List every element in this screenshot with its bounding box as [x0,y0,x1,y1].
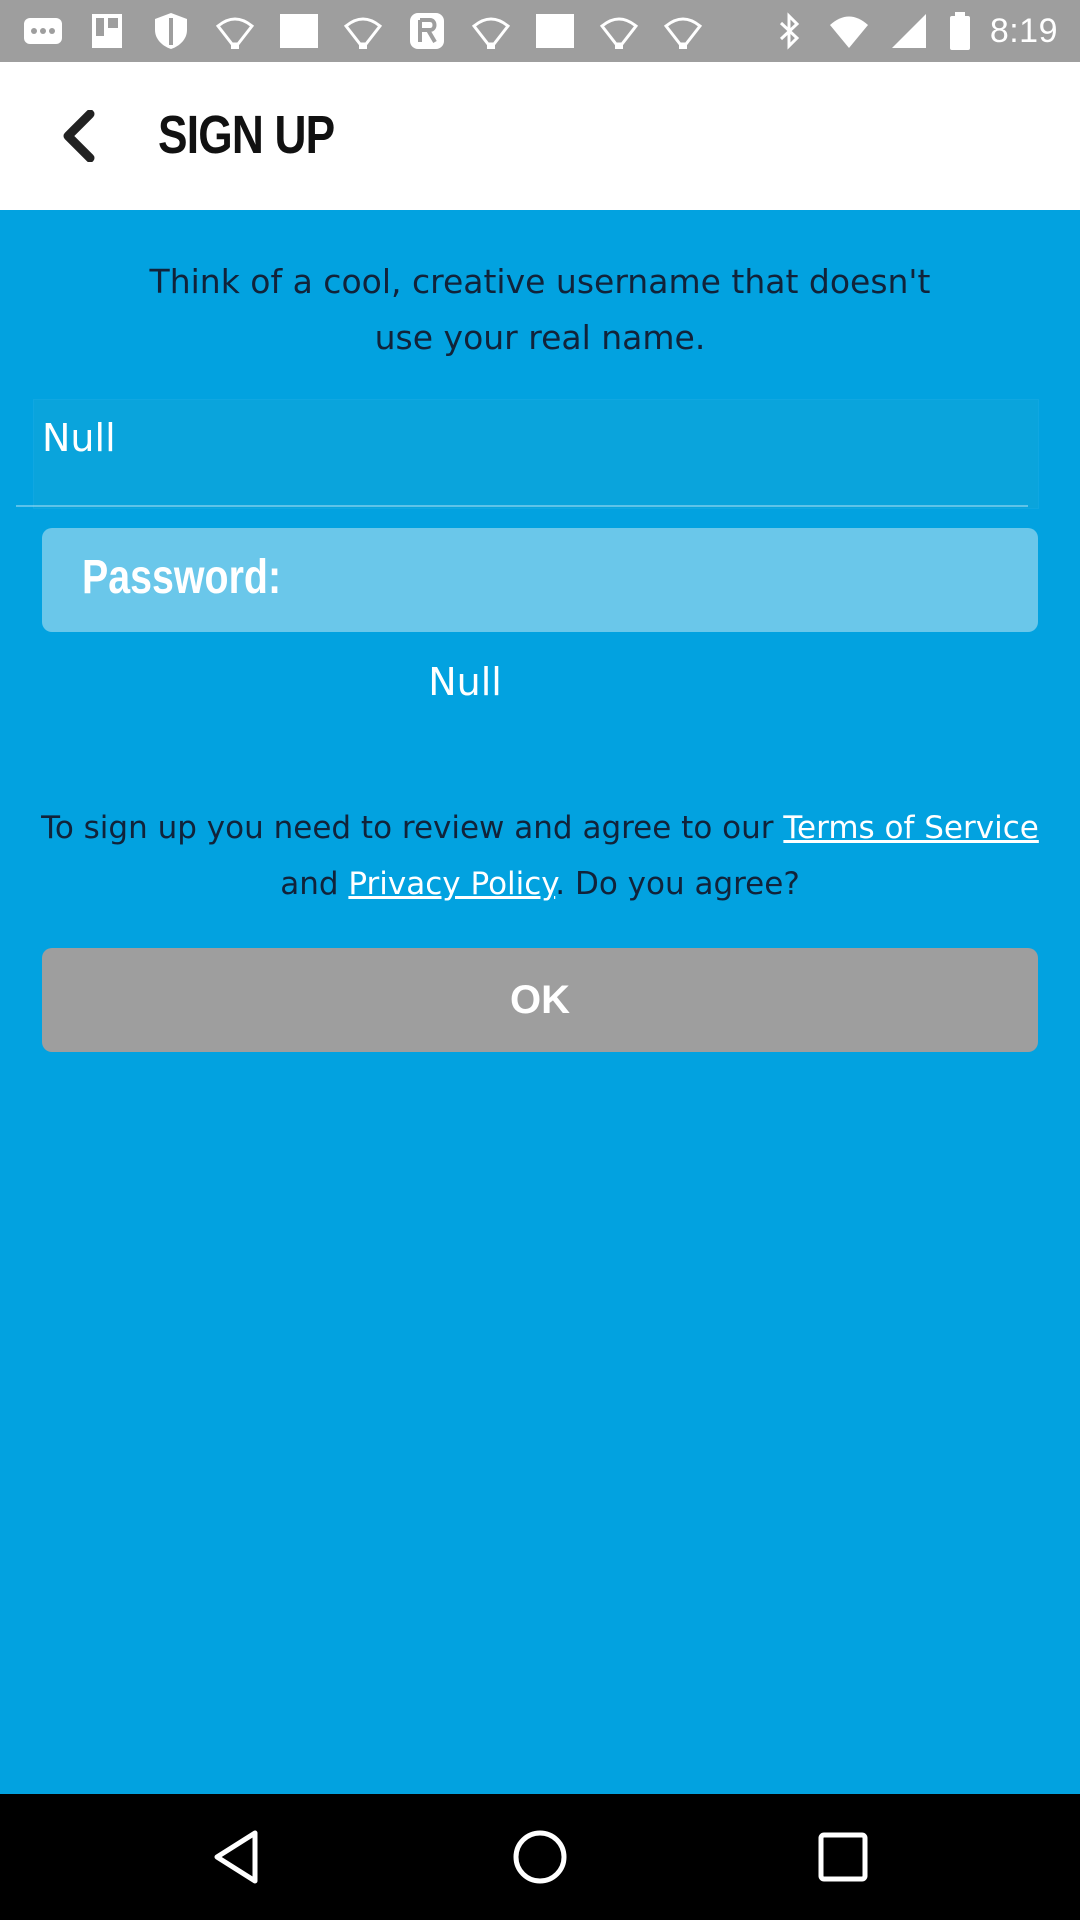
instructions-text: Think of a cool, creative username that … [149,262,931,357]
back-button[interactable] [40,98,116,174]
bulb-icon [662,10,704,52]
bulb-icon [214,10,256,52]
privacy-policy-link[interactable]: Privacy Policy [348,866,555,902]
terms-prefix: To sign up you need to review and agree … [41,810,784,846]
bluetooth-icon [768,10,810,52]
recents-square-icon [818,1832,868,1882]
username-field[interactable] [34,400,1038,508]
terms-middle: and [280,866,349,902]
password-label: Password: [82,551,282,604]
tray-icon [86,10,128,52]
signal-icon [888,10,930,52]
back-triangle-icon [214,1830,258,1884]
notification-icons [22,10,704,52]
battery-icon [948,10,972,52]
bulb-icon [342,10,384,52]
r-badge-icon [406,10,448,52]
home-circle-icon [513,1830,567,1884]
nav-back-button[interactable] [202,1822,272,1892]
bulb-icon [470,10,512,52]
more-icon [22,10,64,52]
app-bar: SIGN UP [0,62,1080,210]
password-value: Null [428,660,502,704]
square-icon [534,10,576,52]
username-input[interactable] [42,410,1022,466]
shield-icon [150,10,192,52]
chevron-left-icon [63,110,95,162]
username-underline [16,505,1028,507]
terms-suffix: . Do you agree? [555,866,800,902]
terms-text: To sign up you need to review and agree … [40,800,1040,912]
wifi-icon [828,10,870,52]
password-label-box: Password: [42,528,1038,632]
signup-form: Think of a cool, creative username that … [0,210,1080,1794]
nav-recents-button[interactable] [808,1822,878,1892]
bulb-icon [598,10,640,52]
terms-of-service-link[interactable]: Terms of Service [783,810,1038,846]
system-icons: 8:19 [768,10,1058,52]
screen: 8:19 SIGN UP Think of a cool, creative u… [0,0,1080,1920]
clock: 8:19 [989,11,1058,50]
square-icon [278,10,320,52]
nav-home-button[interactable] [505,1822,575,1892]
navigation-bar [0,1794,1080,1920]
page-title: SIGN UP [158,105,335,165]
ok-button[interactable]: OK [42,948,1038,1052]
status-bar: 8:19 [0,0,1080,62]
